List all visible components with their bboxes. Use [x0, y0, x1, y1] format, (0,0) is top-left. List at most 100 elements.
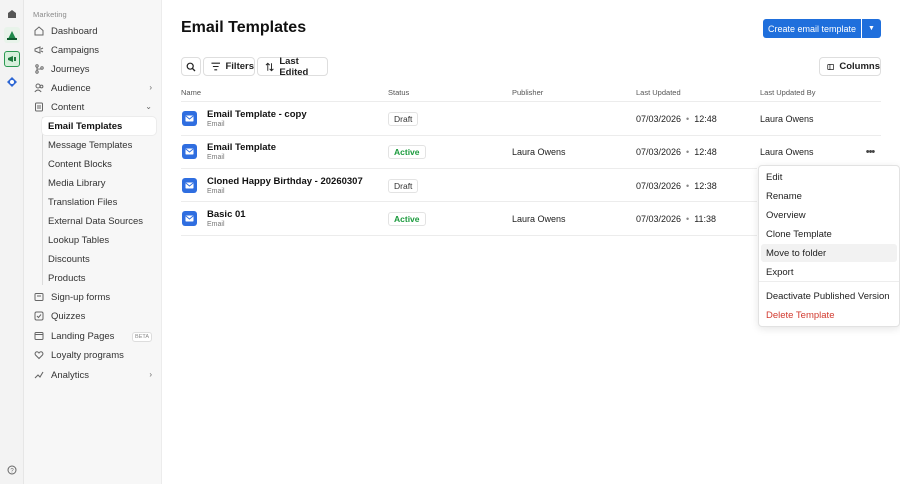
status-badge: Active — [388, 145, 426, 159]
menu-item-move-to-folder[interactable]: Move to folder — [761, 244, 897, 262]
menu-item-clone-template[interactable]: Clone Template — [761, 225, 897, 243]
sidebar-item-label: Analytics — [51, 369, 90, 381]
time-text: 12:38 — [694, 181, 717, 191]
sidebar-item-label: Loyalty programs — [51, 349, 124, 361]
column-header-publisher[interactable]: Publisher — [512, 88, 543, 97]
menu-item-overview[interactable]: Overview — [761, 206, 897, 224]
template-type: Email — [207, 221, 225, 228]
sidebar-item-loyalty-programs[interactable]: Loyalty programs — [30, 346, 156, 364]
publisher-cell: Laura Owens — [512, 214, 566, 224]
sidebar-item-label: Quizzes — [51, 310, 86, 322]
columns-button[interactable]: Columns — [819, 57, 881, 76]
sidebar-item-label: Campaigns — [51, 44, 100, 56]
sidebar-item-journeys[interactable]: Journeys — [30, 60, 156, 78]
template-type: Email — [207, 188, 225, 195]
envelope-icon — [182, 111, 197, 126]
last-updated-cell: 07/03/2026 • 12:48 — [636, 114, 717, 124]
form-icon — [32, 292, 46, 302]
sidebar-item-analytics[interactable]: Analytics › — [30, 366, 156, 384]
menu-divider — [759, 281, 899, 282]
column-header-name[interactable]: Name — [181, 88, 201, 97]
template-name[interactable]: Email Template — [207, 142, 276, 153]
sidebar-item-content[interactable]: Content ⌄ — [30, 98, 156, 116]
last-updated-cell: 07/03/2026 • 12:48 — [636, 147, 717, 157]
updated-by-cell: Laura Owens — [760, 147, 814, 157]
sidebar-item-label: Sign-up forms — [51, 291, 111, 303]
row-actions-button[interactable]: ••• — [860, 144, 880, 160]
sidebar-item-quizzes[interactable]: Quizzes — [30, 307, 156, 325]
sidebar-item-label: Journeys — [51, 63, 90, 75]
sidebar-subitem-media-library[interactable]: Media Library — [42, 174, 156, 192]
template-type: Email — [207, 121, 225, 128]
updated-by-cell: Laura Owens — [760, 114, 814, 124]
sidebar-subitem-discounts[interactable]: Discounts — [42, 250, 156, 268]
home-icon — [32, 26, 46, 36]
sidebar-item-landing-pages[interactable]: Landing Pages BETA — [30, 327, 156, 345]
search-button[interactable] — [181, 57, 201, 76]
sidebar-subitem-content-blocks[interactable]: Content Blocks — [42, 155, 156, 173]
row-context-menu: Edit Rename Overview Clone Template Move… — [758, 165, 900, 327]
help-icon[interactable]: ? — [4, 462, 20, 478]
column-header-last-updated-by[interactable]: Last Updated By — [760, 88, 815, 97]
app-rail: ? — [0, 0, 24, 484]
sidebar-subitem-lookup-tables[interactable]: Lookup Tables — [42, 231, 156, 249]
menu-item-edit[interactable]: Edit — [761, 168, 897, 186]
status-badge: Active — [388, 212, 426, 226]
date-text: 07/03/2026 — [636, 114, 682, 124]
column-header-status[interactable]: Status — [388, 88, 409, 97]
sort-icon — [265, 62, 274, 71]
marketing-app-icon[interactable] — [4, 51, 20, 67]
status-badge: Draft — [388, 179, 419, 193]
last-updated-cell: 07/03/2026 • 12:38 — [636, 181, 717, 191]
row-divider — [181, 201, 757, 202]
sidebar-item-signup-forms[interactable]: Sign-up forms — [30, 288, 156, 306]
sidebar-subitem-products[interactable]: Products — [42, 269, 156, 287]
envelope-icon — [182, 211, 197, 226]
chevron-right-icon: › — [149, 370, 152, 379]
row-divider — [181, 135, 881, 136]
page-icon — [32, 331, 46, 341]
app-icon-blue[interactable] — [4, 74, 20, 90]
date-text: 07/03/2026 — [636, 181, 682, 191]
sidebar-item-dashboard[interactable]: Dashboard — [30, 22, 156, 40]
app-icon-green[interactable] — [4, 27, 20, 43]
sidebar-subitem-email-templates[interactable]: Email Templates — [42, 117, 156, 135]
sort-button[interactable]: Last Edited — [257, 56, 328, 78]
filter-icon — [211, 62, 221, 71]
menu-item-deactivate-published-version[interactable]: Deactivate Published Version — [761, 287, 897, 305]
menu-item-rename[interactable]: Rename — [761, 187, 897, 205]
sidebar-subitem-translation-files[interactable]: Translation Files — [42, 193, 156, 211]
date-text: 07/03/2026 — [636, 214, 682, 224]
create-options-dropdown-button[interactable]: ▼ — [862, 19, 881, 38]
template-name[interactable]: Email Template - copy — [207, 109, 307, 120]
template-name[interactable]: Basic 01 — [207, 209, 246, 220]
envelope-icon — [182, 178, 197, 193]
row-divider — [181, 168, 757, 169]
sidebar-subitem-external-data-sources[interactable]: External Data Sources — [42, 212, 156, 230]
filters-button[interactable]: Filters — [203, 57, 255, 76]
sidebar-item-label: Audience — [51, 82, 91, 94]
heart-icon — [32, 350, 46, 360]
sidebar-item-audience[interactable]: Audience › — [30, 79, 156, 97]
column-header-last-updated[interactable]: Last Updated — [636, 88, 681, 97]
home-icon[interactable] — [4, 6, 20, 22]
sidebar-item-campaigns[interactable]: Campaigns — [30, 41, 156, 59]
separator-dot: • — [686, 147, 690, 157]
sidebar-item-label: Content — [51, 101, 85, 113]
chevron-right-icon: › — [149, 83, 152, 92]
sidebar-subitem-message-templates[interactable]: Message Templates — [42, 136, 156, 154]
page-title: Email Templates — [181, 19, 307, 36]
menu-item-delete-template[interactable]: Delete Template — [761, 306, 897, 324]
template-name[interactable]: Cloned Happy Birthday - 20260307 — [207, 176, 363, 187]
trend-icon — [32, 370, 46, 380]
chevron-down-icon: ▼ — [868, 25, 875, 32]
separator-dot: • — [686, 214, 690, 224]
menu-item-export[interactable]: Export — [761, 263, 897, 281]
filters-label: Filters — [225, 61, 254, 72]
sidebar-section-label: Marketing — [33, 10, 67, 19]
more-horizontal-icon: ••• — [865, 146, 876, 158]
create-email-template-button[interactable]: Create email template — [763, 19, 861, 38]
sidebar-item-label: Landing Pages — [51, 330, 115, 342]
search-icon — [186, 62, 196, 71]
separator-dot: • — [686, 114, 690, 124]
